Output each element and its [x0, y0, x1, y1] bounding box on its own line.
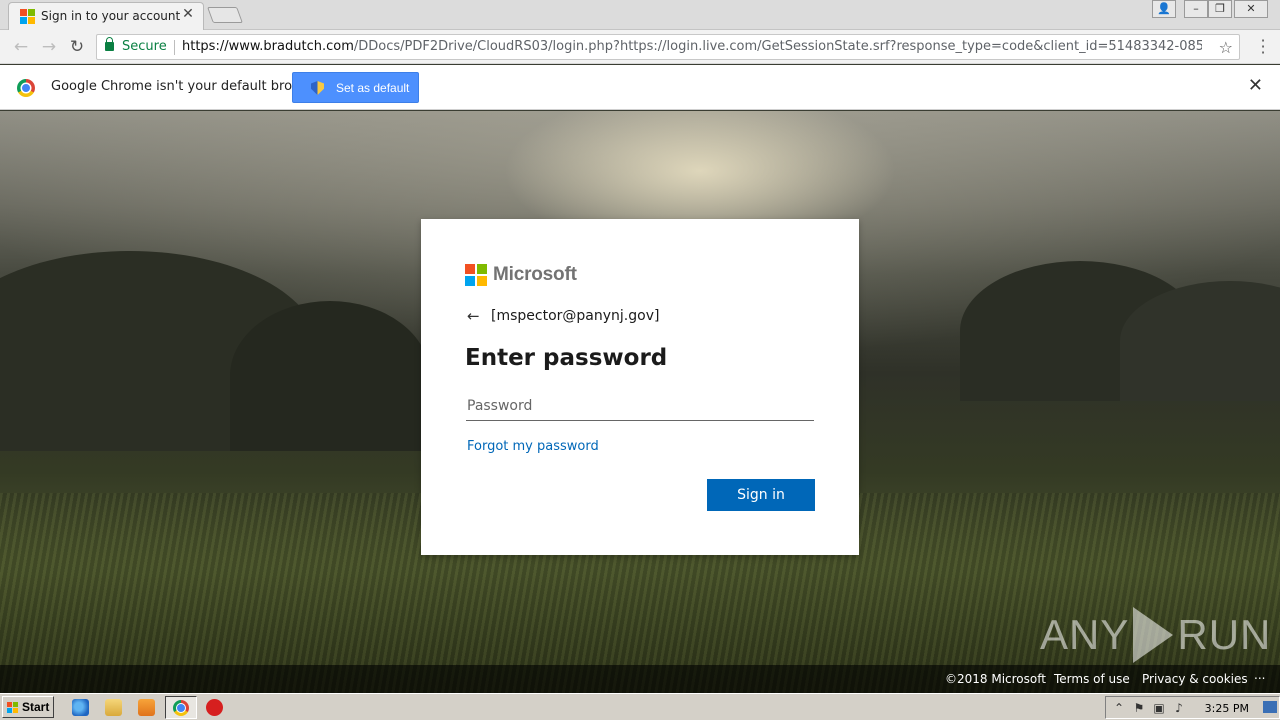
- bookmark-star-icon[interactable]: ☆: [1219, 38, 1233, 57]
- close-window-button[interactable]: ✕: [1234, 0, 1268, 18]
- internet-explorer-icon[interactable]: [72, 699, 89, 716]
- browser-tab[interactable]: Sign in to your account ✕: [8, 2, 204, 30]
- profile-icon[interactable]: 👤: [1152, 0, 1176, 18]
- watermark-left: ANY: [1040, 611, 1130, 658]
- tab-strip: Sign in to your account ✕ 👤 – ❐ ✕: [0, 0, 1280, 30]
- sign-in-button[interactable]: Sign in: [707, 479, 815, 511]
- taskbar-clock[interactable]: 3:25 PM: [1205, 702, 1249, 715]
- tray-expand-icon[interactable]: ⌃: [1112, 701, 1126, 715]
- start-button[interactable]: Start: [2, 696, 54, 718]
- uac-shield-icon: [311, 81, 324, 95]
- address-bar[interactable]: Secure https://www.bradutch.com/DDocs/PD…: [96, 34, 1240, 60]
- chrome-icon: [173, 700, 189, 716]
- background-hill: [230, 301, 430, 451]
- account-identity: [mspector@panynj.gov]: [491, 308, 660, 324]
- more-options-link[interactable]: ...: [1254, 668, 1265, 682]
- new-tab-button[interactable]: [207, 7, 243, 23]
- infobar-close-icon[interactable]: ✕: [1248, 77, 1263, 95]
- terms-link[interactable]: Terms of use: [1054, 672, 1130, 686]
- file-explorer-icon[interactable]: [105, 699, 122, 716]
- page-background: Microsoft ← [mspector@panynj.gov] Enter …: [0, 111, 1280, 693]
- windows-taskbar: Start ⌃ ⚑ ▣ ♪ 3:25 PM: [0, 693, 1280, 720]
- url-host: https://www.bradutch.com: [182, 39, 354, 54]
- show-desktop-icon[interactable]: [1263, 701, 1277, 713]
- restore-button[interactable]: ❐: [1208, 0, 1232, 18]
- taskbar-chrome-button[interactable]: [165, 696, 197, 719]
- start-label: Start: [22, 700, 50, 714]
- set-as-default-button[interactable]: Set as default: [292, 72, 419, 103]
- browser-toolbar: ← → ↻ Secure https://www.bradutch.com/DD…: [0, 30, 1280, 64]
- url-text[interactable]: https://www.bradutch.com/DDocs/PDF2Drive…: [182, 39, 1202, 54]
- infobar-message: Google Chrome isn't your default browser: [51, 79, 323, 94]
- back-arrow-icon[interactable]: ←: [467, 307, 480, 325]
- page-title: Enter password: [465, 345, 668, 371]
- tab-close-icon[interactable]: ✕: [181, 7, 195, 21]
- system-tray: ⌃ ⚑ ▣ ♪ 3:25 PM: [1105, 696, 1280, 719]
- sign-in-card: Microsoft ← [mspector@panynj.gov] Enter …: [421, 219, 859, 555]
- default-browser-infobar: Google Chrome isn't your default browser…: [0, 65, 1280, 110]
- page-footer: ©2018 Microsoft Terms of use Privacy & c…: [0, 665, 1280, 693]
- tab-title: Sign in to your account: [41, 9, 181, 23]
- anyrun-watermark: ANY RUN: [1040, 607, 1271, 663]
- play-icon: [1133, 607, 1174, 663]
- footer-copyright: ©2018 Microsoft: [945, 672, 1046, 686]
- minimize-button[interactable]: –: [1184, 0, 1208, 18]
- volume-icon[interactable]: ♪: [1172, 701, 1186, 715]
- kebab-menu-icon[interactable]: · · ·: [1260, 33, 1266, 61]
- url-path: /DDocs/PDF2Drive/CloudRS03/login.php?htt…: [353, 39, 1202, 54]
- secure-label: Secure: [122, 39, 167, 54]
- password-input[interactable]: [466, 391, 814, 421]
- microsoft-favicon-icon: [20, 9, 36, 25]
- forward-icon[interactable]: →: [38, 36, 60, 58]
- watermark-right: RUN: [1177, 611, 1272, 658]
- security-alert-icon[interactable]: [206, 699, 223, 716]
- network-icon[interactable]: ▣: [1152, 701, 1166, 715]
- forgot-password-link[interactable]: Forgot my password: [467, 439, 599, 454]
- microsoft-logo-icon: [465, 264, 487, 286]
- back-icon[interactable]: ←: [10, 36, 32, 58]
- brand-name: Microsoft: [493, 264, 577, 285]
- privacy-link[interactable]: Privacy & cookies: [1142, 672, 1248, 686]
- windows-flag-icon: [7, 702, 19, 714]
- action-center-flag-icon[interactable]: ⚑: [1132, 701, 1146, 715]
- media-player-icon[interactable]: [138, 699, 155, 716]
- divider: [174, 40, 175, 55]
- lock-icon: [105, 37, 114, 51]
- reload-icon[interactable]: ↻: [66, 36, 88, 58]
- set-as-default-label: Set as default: [336, 81, 410, 95]
- chrome-logo-icon: [17, 79, 35, 97]
